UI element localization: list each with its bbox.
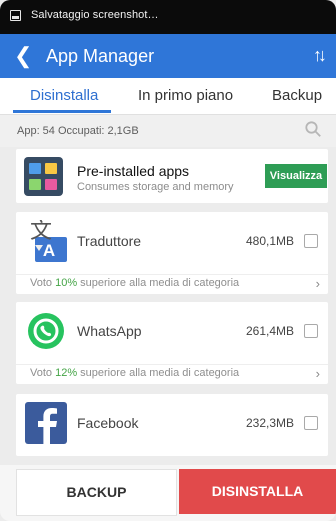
status-bar: Salvataggio screenshot… [0, 0, 336, 34]
app-name: Traduttore [77, 233, 142, 249]
facebook-icon [25, 402, 67, 444]
app-row[interactable]: Facebook 232,3MB [16, 394, 328, 449]
whatsapp-icon [28, 313, 64, 349]
app-bar: ❮ App Manager ↑↓ [0, 34, 336, 78]
app-size: 232,3MB [245, 416, 294, 430]
svg-text:文: 文 [30, 220, 52, 244]
app-item: WhatsApp 261,4MB Voto 12% superiore alla… [16, 302, 328, 384]
preinstalled-subtitle: Consumes storage and memory [77, 181, 234, 193]
app-checkbox[interactable] [304, 324, 318, 338]
app-manager-screen: Salvataggio screenshot… ❮ App Manager ↑↓… [0, 0, 336, 521]
app-row[interactable]: WhatsApp 261,4MB [16, 302, 328, 357]
chevron-right-icon[interactable]: › [316, 276, 320, 291]
backup-button[interactable]: BACKUP [16, 469, 177, 516]
apps-grid-icon [24, 157, 63, 196]
app-item: A 文 Traduttore 480,1MB Voto 10% superior… [16, 212, 328, 294]
app-item: Facebook 232,3MB [16, 394, 328, 456]
app-checkbox[interactable] [304, 234, 318, 248]
tabs: Disinstalla In primo piano Backup [0, 78, 336, 115]
tab-backup[interactable]: Backup [272, 87, 322, 104]
uninstall-button[interactable]: DISINSTALLA [179, 469, 336, 514]
tab-disinstalla[interactable]: Disinstalla [30, 87, 98, 104]
app-size: 261,4MB [245, 324, 294, 338]
search-icon[interactable] [304, 120, 322, 138]
app-size: 480,1MB [245, 234, 294, 248]
bottom-action-bar: BACKUP DISINSTALLA [0, 465, 336, 521]
active-tab-indicator [13, 110, 111, 113]
sort-icon[interactable]: ↑↓ [313, 44, 327, 66]
app-name: WhatsApp [77, 323, 142, 339]
chevron-right-icon[interactable]: › [316, 366, 320, 381]
status-text: Salvataggio screenshot… [31, 9, 159, 21]
app-rating-row[interactable]: Voto 10% superiore alla media di categor… [16, 274, 328, 295]
back-icon[interactable]: ❮ [14, 43, 32, 69]
screenshot-icon [10, 10, 21, 21]
storage-summary: App: 54 Occupati: 2,1GB [0, 115, 336, 147]
preinstalled-apps-card[interactable]: Pre-installed apps Consumes storage and … [16, 149, 328, 203]
app-name: Facebook [77, 415, 139, 431]
page-title: App Manager [46, 46, 155, 66]
translate-icon: A 文 [30, 220, 67, 262]
tab-in-primo-piano[interactable]: In primo piano [138, 87, 233, 104]
app-rating-row[interactable]: Voto 12% superiore alla media di categor… [16, 364, 328, 385]
app-row[interactable]: A 文 Traduttore 480,1MB [16, 212, 328, 267]
app-checkbox[interactable] [304, 416, 318, 430]
storage-summary-text: App: 54 Occupati: 2,1GB [17, 125, 139, 137]
view-button[interactable]: Visualizza [265, 164, 327, 188]
preinstalled-title: Pre-installed apps [77, 163, 190, 179]
rating-text: Voto 12% superiore alla media di categor… [30, 367, 240, 379]
rating-text: Voto 10% superiore alla media di categor… [30, 277, 240, 289]
